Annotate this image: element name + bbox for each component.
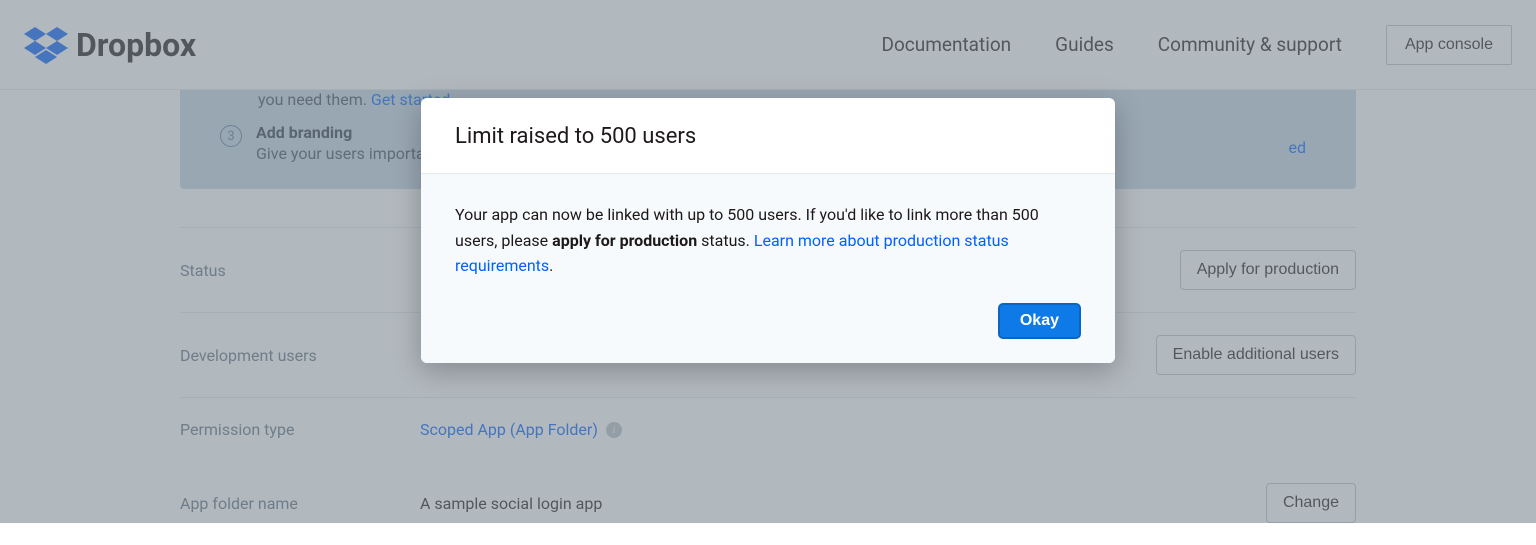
okay-button[interactable]: Okay: [998, 303, 1081, 339]
limit-raised-modal: Limit raised to 500 users Your app can n…: [421, 98, 1115, 363]
modal-text-3: .: [549, 256, 553, 275]
modal-text-2: status.: [697, 231, 754, 250]
modal-overlay[interactable]: Limit raised to 500 users Your app can n…: [0, 0, 1536, 523]
modal-title: Limit raised to 500 users: [455, 124, 1081, 149]
modal-text-bold: apply for production: [552, 231, 697, 250]
modal-body: Your app can now be linked with up to 50…: [421, 174, 1115, 303]
